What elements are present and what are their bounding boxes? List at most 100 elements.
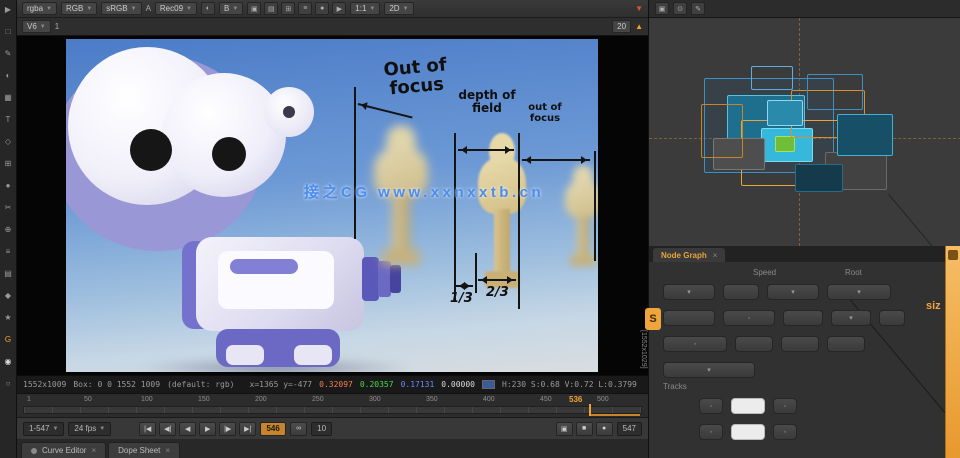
zoom-dropdown[interactable]: 1:1 ▼ (350, 2, 381, 15)
frame-increment-field[interactable]: 10 (311, 421, 333, 436)
camera-panel-stripe (230, 259, 298, 274)
tab-dope-sheet[interactable]: Dope Sheet × (108, 442, 181, 458)
a-buffer-dropdown[interactable]: Rec09 ▼ (154, 2, 197, 15)
prop-button[interactable] (731, 424, 765, 440)
prop-button[interactable] (781, 336, 819, 352)
timeline-playhead[interactable] (589, 404, 591, 416)
prop-button[interactable]: ◦ (723, 310, 775, 326)
loop-mode-button[interactable]: ∞ (290, 421, 308, 436)
prop-button[interactable]: ▾ (767, 284, 819, 300)
checker-icon[interactable]: ▤ (264, 2, 279, 15)
viewer-node-icon[interactable]: □ (2, 25, 15, 38)
viewer-lut-dropdown[interactable]: sRGB ▼ (101, 2, 142, 15)
fullscreen-icon[interactable]: ● (595, 421, 613, 436)
node-rect[interactable] (795, 164, 843, 192)
input-version-dropdown[interactable]: V6 ▼ (22, 20, 51, 33)
view-mode-value: 2D (389, 4, 400, 13)
b-buffer-dropdown[interactable]: B ▼ (218, 2, 244, 15)
prop-button[interactable]: ◦ (773, 424, 797, 440)
particles-tool-icon[interactable]: ★ (2, 311, 15, 324)
play-small-icon[interactable]: ▶ (332, 2, 347, 15)
wipe-icon[interactable]: ▣ (247, 2, 262, 15)
wipe-mode-icon[interactable]: ◐ (200, 2, 215, 15)
gizmo-tool-icon[interactable]: G (2, 333, 15, 346)
one-third-label: 1/3 (450, 291, 473, 306)
deep-tool-icon[interactable]: ◆ (2, 289, 15, 302)
node-graph-view[interactable] (648, 18, 960, 246)
node-rect[interactable] (701, 104, 743, 158)
viewer-canvas[interactable]: Out of focus depth of field out of focus… (66, 39, 598, 372)
go-end-button[interactable]: ▶| (239, 421, 257, 436)
prop-button[interactable]: ◦ (699, 398, 723, 414)
node-rect[interactable] (751, 66, 793, 90)
prop-button[interactable]: ◦ (663, 336, 727, 352)
roi-warning-icon[interactable]: ▲ (635, 22, 643, 31)
step-forward-button[interactable]: |▶ (219, 421, 237, 436)
other-tool-icon[interactable]: ○ (2, 377, 15, 390)
prop-button[interactable] (723, 284, 759, 300)
step-back-button[interactable]: ◀| (159, 421, 177, 436)
viewer-warning-icon[interactable]: ▼ (635, 4, 643, 13)
prop-button[interactable]: ▾ (663, 284, 715, 300)
prop-button[interactable]: ▾ (663, 362, 755, 378)
view-mode-dropdown[interactable]: 2D ▼ (384, 2, 414, 15)
two-thirds-label: 2/3 (486, 285, 509, 300)
fps-dropdown[interactable]: 24 fps ▼ (68, 421, 112, 436)
transform-tool-icon[interactable]: ⊕ (2, 223, 15, 236)
timeline-track[interactable] (23, 406, 642, 414)
close-icon[interactable]: × (91, 446, 96, 455)
prop-button[interactable]: ◦ (699, 424, 723, 440)
lock-range-icon[interactable]: ■ (575, 421, 593, 436)
timeline[interactable]: 536 1 50 100 150 200 250 300 350 400 450 500 (17, 393, 648, 417)
menu-tool-icon[interactable]: ≡ (2, 245, 15, 258)
prop-button[interactable]: ▾ (827, 284, 891, 300)
frame-range-dropdown[interactable]: 1-547 ▼ (23, 421, 65, 436)
cut-tool-icon[interactable]: ✂ (2, 201, 15, 214)
sticky-note-badge[interactable]: S (645, 308, 661, 330)
merge-tool-icon[interactable]: ⊞ (2, 157, 15, 170)
keyer-tool-icon[interactable]: ◇ (2, 135, 15, 148)
tracks-label: Tracks (663, 382, 687, 391)
text-tool-icon[interactable]: T (2, 113, 15, 126)
node-rect[interactable] (767, 100, 803, 126)
select-tool-icon[interactable]: ▶ (2, 3, 15, 16)
prop-button[interactable] (879, 310, 905, 326)
render-tool-icon[interactable]: ◉ (2, 355, 15, 368)
display-channels-dropdown[interactable]: RGB ▼ (60, 2, 98, 15)
node-rect[interactable] (837, 114, 893, 156)
channel-tool-icon[interactable]: ▦ (2, 91, 15, 104)
tab-node-graph[interactable]: Node Graph × (653, 248, 726, 262)
color-tool-icon[interactable]: ◐ (2, 69, 15, 82)
layer-dropdown[interactable]: rgba ▼ (22, 2, 57, 15)
current-frame-field[interactable]: 546 (260, 421, 287, 436)
filter-tool-icon[interactable]: ● (2, 179, 15, 192)
prop-button[interactable] (783, 310, 823, 326)
tab-curve-editor[interactable]: Curve Editor × (21, 442, 107, 458)
go-start-button[interactable]: |◀ (139, 421, 157, 436)
layers-tool-icon[interactable]: ▤ (2, 267, 15, 280)
snap-icon[interactable]: ⊙ (673, 2, 687, 15)
stereo-icon[interactable]: ▣ (655, 2, 669, 15)
play-forward-button[interactable]: ▶ (199, 421, 217, 436)
menu-icon[interactable]: ≡ (298, 2, 313, 15)
prop-button[interactable] (663, 310, 715, 326)
timeline-cached-range (589, 414, 640, 416)
frame-hold-field[interactable]: 20 (612, 20, 632, 33)
close-icon[interactable]: × (165, 446, 170, 455)
end-frame-field[interactable]: 547 (616, 421, 642, 436)
record-icon[interactable]: ● (315, 2, 330, 15)
node-rect[interactable] (807, 74, 863, 110)
close-icon[interactable]: × (713, 251, 718, 260)
sticky-note-panel-edge[interactable] (945, 246, 960, 458)
prop-button[interactable] (827, 336, 865, 352)
play-backward-button[interactable]: ◀ (179, 421, 197, 436)
prop-button[interactable]: ▾ (831, 310, 871, 326)
prop-button[interactable] (735, 336, 773, 352)
draw-tool-icon[interactable]: ✎ (2, 47, 15, 60)
grid-icon[interactable]: ⊞ (281, 2, 296, 15)
status-blue-value: 0.17131 (400, 380, 435, 389)
prop-button[interactable] (731, 398, 765, 414)
edit-icon[interactable]: ✎ (691, 2, 705, 15)
prop-button[interactable]: ◦ (773, 398, 797, 414)
flipbook-icon[interactable]: ▣ (555, 421, 573, 436)
